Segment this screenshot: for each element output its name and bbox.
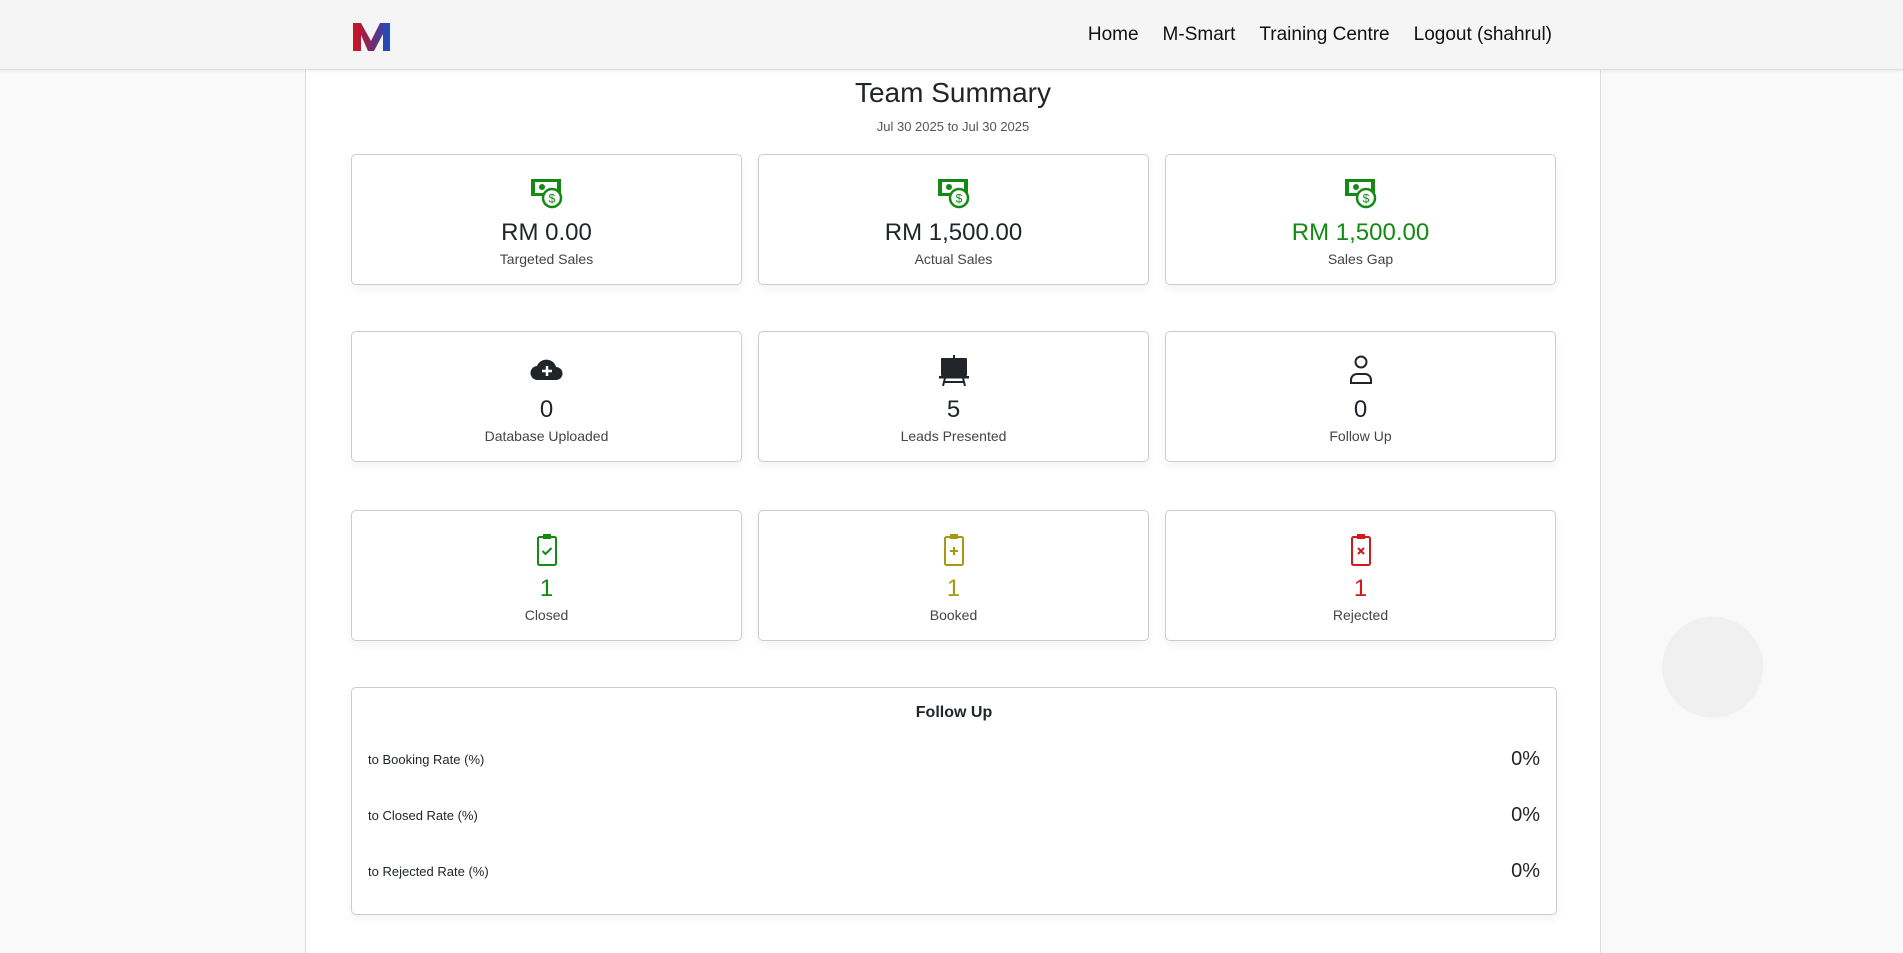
money-icon: $ bbox=[1344, 177, 1378, 209]
card-closed: 1 Closed bbox=[351, 510, 742, 641]
rate-row-booking: to Booking Rate (%) 0% bbox=[368, 748, 1540, 771]
navbar: Home M-Smart Training Centre Logout (sha… bbox=[0, 0, 1903, 70]
money-icon: $ bbox=[530, 177, 564, 209]
card-label: Targeted Sales bbox=[352, 251, 741, 267]
card-label: Closed bbox=[352, 607, 741, 623]
rate-label: to Booking Rate (%) bbox=[368, 752, 484, 767]
rate-row-rejected: to Rejected Rate (%) 0% bbox=[368, 860, 1540, 883]
easel-icon bbox=[937, 354, 971, 386]
card-value: RM 0.00 bbox=[352, 219, 741, 247]
card-label: Database Uploaded bbox=[352, 428, 741, 444]
clipboard-x-icon bbox=[1344, 533, 1378, 567]
clipboard-plus-icon bbox=[937, 533, 971, 567]
card-database-uploaded: 0 Database Uploaded bbox=[351, 331, 742, 462]
nav-m-smart[interactable]: M-Smart bbox=[1163, 24, 1236, 46]
nav-training-centre[interactable]: Training Centre bbox=[1259, 24, 1389, 46]
logo[interactable] bbox=[353, 22, 393, 52]
card-sales-gap: $ RM 1,500.00 Sales Gap bbox=[1165, 154, 1556, 285]
card-label: Actual Sales bbox=[759, 251, 1148, 267]
nav-logout[interactable]: Logout (shahrul) bbox=[1414, 24, 1552, 46]
rate-value: 0% bbox=[1511, 860, 1540, 883]
main-container: Team Summary Jul 30 2025 to Jul 30 2025 … bbox=[305, 70, 1601, 953]
card-follow-up: 0 Follow Up bbox=[1165, 331, 1556, 462]
svg-text:$: $ bbox=[955, 192, 962, 206]
card-value: 1 bbox=[759, 575, 1148, 603]
rate-value: 0% bbox=[1511, 748, 1540, 771]
follow-up-title: Follow Up bbox=[352, 704, 1556, 722]
card-value: RM 1,500.00 bbox=[759, 219, 1148, 247]
card-value: 5 bbox=[759, 396, 1148, 424]
svg-text:$: $ bbox=[1362, 192, 1369, 206]
rate-value: 0% bbox=[1511, 804, 1540, 827]
card-actual-sales: $ RM 1,500.00 Actual Sales bbox=[758, 154, 1149, 285]
rate-label: to Rejected Rate (%) bbox=[368, 864, 489, 879]
card-booked: 1 Booked bbox=[758, 510, 1149, 641]
card-label: Follow Up bbox=[1166, 428, 1555, 444]
card-value: 0 bbox=[352, 396, 741, 424]
money-icon: $ bbox=[937, 177, 971, 209]
page-title: Team Summary bbox=[306, 77, 1600, 109]
card-label: Sales Gap bbox=[1166, 251, 1555, 267]
svg-text:$: $ bbox=[548, 192, 555, 206]
rate-label: to Closed Rate (%) bbox=[368, 808, 478, 823]
card-label: Booked bbox=[759, 607, 1148, 623]
card-targeted-sales: $ RM 0.00 Targeted Sales bbox=[351, 154, 742, 285]
cloud-upload-icon bbox=[530, 354, 564, 386]
card-label: Rejected bbox=[1166, 607, 1555, 623]
clipboard-check-icon bbox=[530, 533, 564, 567]
nav-home[interactable]: Home bbox=[1088, 24, 1139, 46]
card-value: 1 bbox=[352, 575, 741, 603]
person-icon bbox=[1344, 354, 1378, 386]
card-value: RM 1,500.00 bbox=[1166, 219, 1555, 247]
follow-up-panel: Follow Up to Booking Rate (%) 0% to Close… bbox=[351, 687, 1557, 915]
card-leads-presented: 5 Leads Presented bbox=[758, 331, 1149, 462]
rate-row-closed: to Closed Rate (%) 0% bbox=[368, 804, 1540, 827]
card-value: 0 bbox=[1166, 396, 1555, 424]
card-rejected: 1 Rejected bbox=[1165, 510, 1556, 641]
card-value: 1 bbox=[1166, 575, 1555, 603]
card-label: Leads Presented bbox=[759, 428, 1148, 444]
date-range: Jul 30 2025 to Jul 30 2025 bbox=[306, 119, 1600, 134]
